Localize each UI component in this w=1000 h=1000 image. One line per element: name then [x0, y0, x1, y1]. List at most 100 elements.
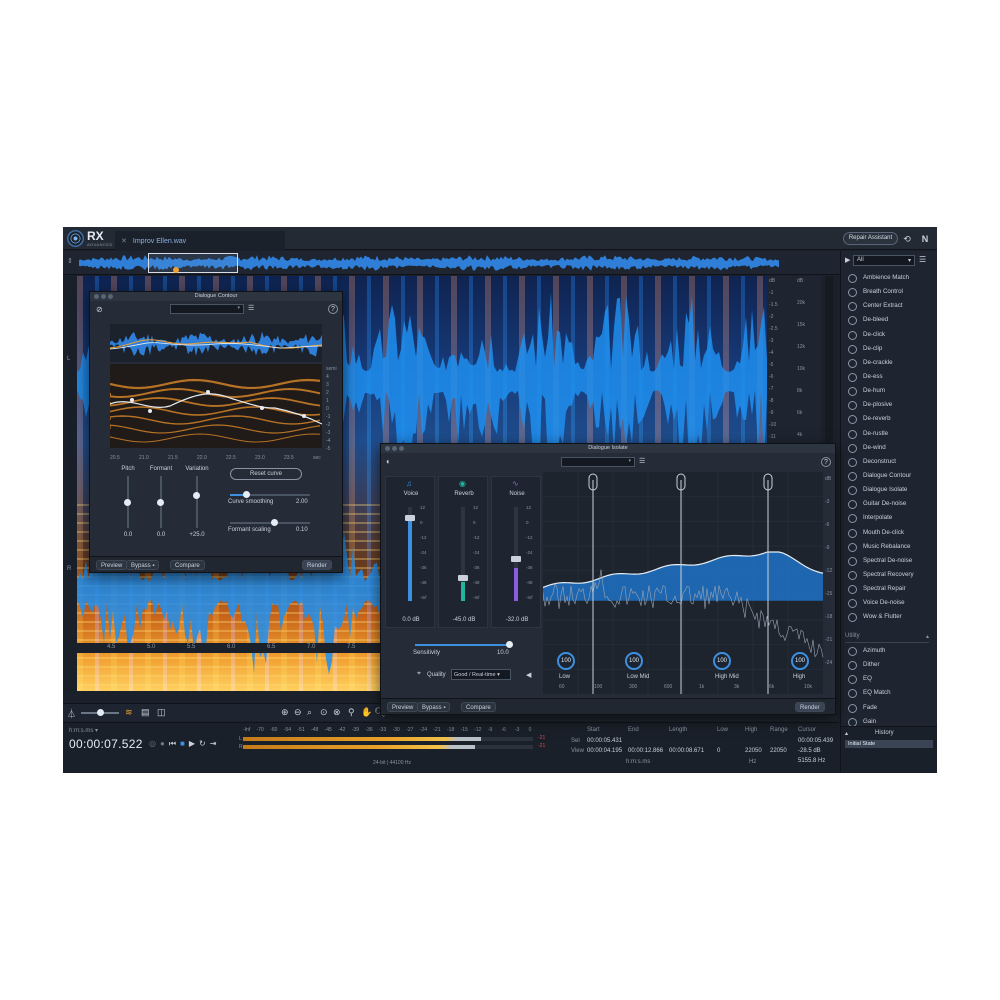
native-instruments-icon[interactable]: N — [919, 233, 931, 245]
module-item[interactable]: De-plosive — [845, 398, 933, 412]
view-length[interactable]: 00:00:08.671 — [669, 748, 704, 754]
hand-tool-icon[interactable]: ✋ — [361, 707, 372, 718]
module-item[interactable]: Dialogue Contour — [845, 469, 933, 483]
collapse-panel-icon[interactable]: ◀ — [526, 671, 531, 679]
zoom-in-icon[interactable]: ⊕ — [281, 707, 289, 718]
window-controls[interactable] — [94, 294, 115, 303]
contour-point[interactable] — [148, 409, 152, 413]
repair-assistant-button[interactable]: Repair Assistant — [843, 232, 898, 245]
help-icon[interactable]: ? — [328, 304, 338, 314]
zoom-out-icon[interactable]: ⊖ — [294, 707, 302, 718]
curve-smoothing-slider[interactable] — [230, 491, 310, 498]
module-item[interactable]: Voice De-noise — [845, 596, 933, 610]
play-icon[interactable]: ▶ — [189, 739, 199, 748]
reverb-fader[interactable] — [458, 507, 468, 601]
contour-point[interactable] — [130, 398, 134, 402]
formant-scaling-slider[interactable] — [230, 519, 310, 526]
module-item[interactable]: De-rustle — [845, 427, 933, 441]
formant-slider-knob[interactable] — [157, 499, 164, 506]
pitch-contour-display[interactable] — [110, 324, 322, 454]
stop-icon[interactable]: ■ — [180, 739, 189, 748]
module-item[interactable]: Dialogue Isolate — [845, 483, 933, 497]
loop-icon[interactable]: ◎ — [149, 739, 160, 748]
module-item[interactable]: Guitar De-noise — [845, 497, 933, 511]
module-item[interactable]: De-clip — [845, 342, 933, 356]
voice-fader[interactable] — [405, 507, 415, 601]
spectrogram-toggle-icon[interactable]: ≋ — [125, 707, 133, 718]
module-item[interactable]: De-reverb — [845, 412, 933, 426]
playhead-marker[interactable] — [173, 267, 179, 273]
sensitivity-knob[interactable] — [506, 641, 513, 648]
zoom-time-icon[interactable]: ⊗ — [333, 707, 341, 718]
band-gain-knob[interactable]: 100 — [625, 652, 643, 670]
isolate-render-button[interactable]: Render — [795, 702, 825, 712]
next-icon[interactable]: ⇥ — [210, 739, 221, 748]
module-item[interactable]: De-bleed — [845, 313, 933, 327]
view-high[interactable]: 22050 — [745, 748, 762, 754]
module-list-menu-icon[interactable]: ☰ — [919, 255, 926, 264]
module-item[interactable]: De-click — [845, 328, 933, 342]
variation-slider[interactable] — [193, 476, 200, 528]
module-item[interactable]: Music Rebalance — [845, 540, 933, 554]
isolate-preset-select[interactable]: ▾ — [561, 457, 635, 467]
timecode-format[interactable]: h:m:s.ms ▾ — [69, 727, 98, 734]
settings-page-icon[interactable]: ▤ — [141, 707, 150, 718]
rewind-icon[interactable]: ⏮ — [169, 739, 180, 748]
isolate-help-icon[interactable]: ? — [821, 457, 831, 467]
module-item[interactable]: De-ess — [845, 370, 933, 384]
history-item[interactable]: Initial State — [845, 740, 933, 748]
band-gain-knob[interactable]: 100 — [557, 652, 575, 670]
overview-selection[interactable] — [148, 253, 238, 273]
history-collapse-icon[interactable]: ▴ — [845, 730, 848, 737]
contour-compare-button[interactable]: Compare — [170, 560, 205, 570]
waveform-toggle-icon[interactable]: ⏃ — [67, 707, 76, 720]
module-item[interactable]: Spectral De-noise — [845, 554, 933, 568]
zoom-selection-icon[interactable]: ⌕ — [307, 707, 312, 718]
overview-waveform[interactable]: ⇕ — [63, 251, 843, 275]
utility-item[interactable]: EQ — [845, 672, 933, 686]
utility-header[interactable]: Utility ▴ — [845, 633, 929, 643]
module-item[interactable]: Breath Control — [845, 285, 933, 299]
isolate-compare-button[interactable]: Compare — [461, 702, 496, 712]
isolate-bypass-button[interactable]: Bypass ▪ — [417, 702, 451, 712]
voice-fader-handle[interactable] — [405, 515, 415, 522]
band-gain-knob[interactable]: 100 — [713, 652, 731, 670]
module-item[interactable]: Ambience Match — [845, 271, 933, 285]
reverb-fader-handle[interactable] — [458, 574, 468, 581]
noise-fader-handle[interactable] — [511, 555, 521, 562]
module-item[interactable]: Center Extract — [845, 299, 933, 313]
contour-point[interactable] — [206, 390, 210, 394]
pitch-slider[interactable] — [124, 476, 131, 528]
preset-select[interactable]: ▾ — [170, 304, 244, 314]
file-tab[interactable]: ✕ Improv Ellen.wav — [115, 231, 285, 250]
reset-curve-button[interactable]: Reset curve — [230, 468, 302, 480]
contour-preview-button[interactable]: Preview — [96, 560, 128, 570]
contour-render-button[interactable]: Render — [302, 560, 332, 570]
marker-icon[interactable]: ◫ — [157, 707, 166, 718]
module-item[interactable]: De-hum — [845, 384, 933, 398]
close-tab-icon[interactable]: ✕ — [121, 238, 127, 245]
utility-item[interactable]: EQ Match — [845, 686, 933, 700]
play-module-icon[interactable]: ▶ — [845, 256, 850, 264]
module-item[interactable]: Spectral Recovery — [845, 568, 933, 582]
window-controls[interactable] — [385, 446, 406, 455]
module-item[interactable]: Interpolate — [845, 511, 933, 525]
view-low[interactable]: 0 — [717, 748, 720, 754]
module-item[interactable]: Deconstruct — [845, 455, 933, 469]
utility-item[interactable]: Dither — [845, 658, 933, 672]
isolate-preview-button[interactable]: Preview — [387, 702, 419, 712]
view-start[interactable]: 00:00:04.195 — [587, 748, 622, 754]
module-item[interactable]: Wow & Flutter — [845, 610, 933, 624]
view-range[interactable]: 22050 — [770, 748, 787, 754]
preset-menu-icon[interactable]: ☰ — [248, 304, 254, 312]
settings-icon[interactable]: ⟲ — [901, 233, 913, 245]
isolate-preset-menu-icon[interactable]: ☰ — [639, 457, 645, 465]
quality-select[interactable]: Good / Real-time ▾ — [451, 669, 511, 680]
formant-slider[interactable] — [157, 476, 164, 528]
magnify-icon[interactable]: ⚲ — [348, 707, 355, 718]
opacity-slider[interactable] — [81, 709, 119, 716]
variation-slider-knob[interactable] — [193, 492, 200, 499]
pitch-slider-knob[interactable] — [124, 499, 131, 506]
overview-toggle-icon[interactable]: ⇕ — [67, 257, 73, 265]
zoom-fit-icon[interactable]: ⊙ — [320, 707, 328, 718]
